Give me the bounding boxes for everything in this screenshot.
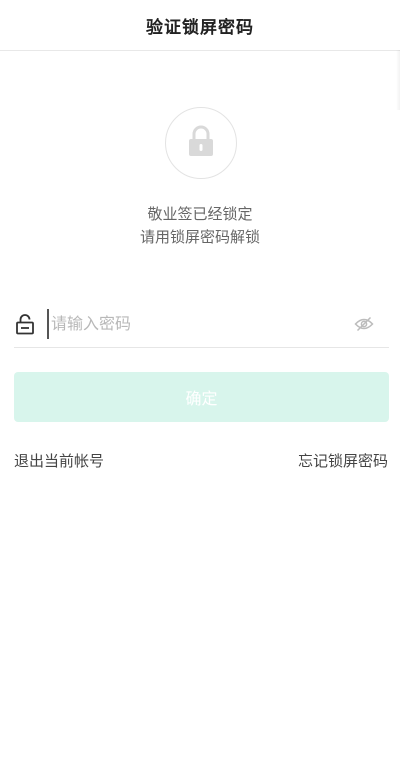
confirm-button[interactable]: 确定 <box>14 372 389 422</box>
navigation-bar: 验证锁屏密码 <box>0 0 400 51</box>
lock-icon <box>186 124 216 162</box>
password-field-row <box>14 300 389 348</box>
lock-message: 敬业签已经锁定 请用锁屏密码解锁 <box>0 203 400 249</box>
logout-link[interactable]: 退出当前帐号 <box>14 450 104 471</box>
lock-message-line1: 敬业签已经锁定 <box>147 205 253 223</box>
forgot-password-link[interactable]: 忘记锁屏密码 <box>298 450 388 471</box>
lock-message-line2: 请用锁屏密码解锁 <box>139 228 260 246</box>
lock-icon <box>14 313 36 335</box>
page-title: 验证锁屏密码 <box>146 17 254 38</box>
edge-shadow <box>396 50 400 110</box>
password-input[interactable] <box>47 308 353 339</box>
lock-emblem <box>165 107 237 179</box>
eye-slash-icon[interactable] <box>353 313 375 335</box>
